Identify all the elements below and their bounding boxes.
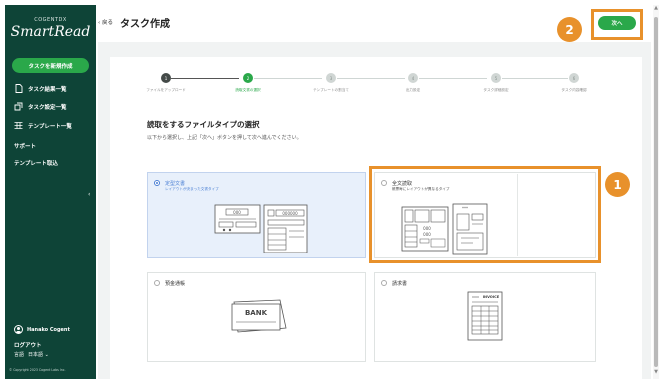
radio-fixed-document[interactable] [154,180,160,186]
bank-passbook-illustration-icon: BANK [231,299,287,333]
card-bank-passbook[interactable]: 預金通帳 BANK [147,272,366,362]
settings-icon [14,102,23,111]
step-connector [337,78,405,79]
step-1-indicator: 1 [161,73,171,83]
card-subtitle: レイアウトが決まった文書タイプ [165,187,219,191]
nav-label: タスク結果一覧 [28,86,67,93]
step-4-label: 出力設定 [405,88,421,92]
nav-label: テンプレート一覧 [28,123,72,130]
user-profile[interactable]: Hanako Cogent [14,325,70,334]
card-title: 預金通帳 [165,281,186,287]
scrollbar[interactable]: ▲ ▼ [653,5,659,379]
logout-link[interactable]: ログアウト [14,341,42,349]
section-description: 以下から選択し、上記「次へ」ボタンを押して次へ進んでください。 [147,135,302,141]
step-connector [419,78,487,79]
step-1-label: ファイルをアップロード [146,88,186,92]
step-connector [171,78,239,79]
brand-company: COGENTDX [34,17,67,23]
nav-support[interactable]: サポート [14,142,36,150]
step-3-label: テンプレートの割当て [313,88,349,92]
bank-label: BANK [245,309,268,317]
radio-bank-passbook[interactable] [154,280,160,286]
next-button[interactable]: 次へ [598,16,636,30]
card-invoice[interactable]: 請求書 INVOICE [374,272,596,362]
illus-code: 000000 [282,211,298,216]
nav-template-import[interactable]: テンプレート取込 [14,159,58,167]
step-6-indicator: 6 [569,73,579,83]
fixed-document-illustration-icon: 000 000000 [214,204,308,253]
annotation-badge-2: 2 [557,17,582,42]
scroll-down-icon[interactable]: ▼ [653,369,659,375]
step-3-indicator: 3 [326,73,336,83]
collapse-sidebar-icon[interactable]: ‹ [88,191,90,198]
nav-template-list[interactable]: テンプレート一覧 [14,121,72,130]
nav-task-results[interactable]: タスク結果一覧 [14,84,67,93]
invoice-label: INVOICE [483,295,500,299]
step-6-label: タスク内容確認 [561,88,587,92]
step-5-indicator: 5 [491,73,501,83]
language-selector[interactable]: 言語 日本語 ⌄ [14,351,49,358]
sidebar: COGENTDX SmartRead タスクを新規作成 タスク結果一覧 タスク設… [5,5,96,379]
card-title: 請求書 [392,281,408,287]
section-title: 読取をするファイルタイプの選択 [147,120,260,129]
language-value: 日本語 ⌄ [28,352,49,358]
brand-logo: SmartRead [10,24,91,40]
card-fixed-document[interactable]: 定型文書 レイアウトが決まった文書タイプ 000 000000 [147,172,366,258]
user-name: Hanako Cogent [27,326,70,333]
step-connector [254,78,322,79]
invoice-illustration-icon: INVOICE [467,291,503,341]
copyright: © Copyright 2023 Cogent Labs Inc. [9,368,66,372]
full-text-card-highlight [369,166,601,263]
user-avatar-icon [14,325,23,334]
step-2-indicator: 2 [243,73,253,83]
radio-invoice[interactable] [381,280,387,286]
scroll-up-icon[interactable]: ▲ [653,5,659,11]
back-link[interactable]: ‹ 戻る [98,18,113,26]
scroll-thumb[interactable] [654,17,658,367]
page-title: タスク作成 [120,19,170,30]
step-4-indicator: 4 [408,73,418,83]
step-2-label: 読取文書の選択 [235,88,261,92]
nav-task-settings[interactable]: タスク設定一覧 [14,102,67,111]
annotation-badge-1: 1 [605,172,630,197]
new-task-button[interactable]: タスクを新規作成 [12,58,89,73]
step-connector [502,78,568,79]
template-icon [14,121,23,130]
svg-text:000: 000 [233,210,241,215]
document-icon [14,84,23,93]
card-title: 定型文書 [165,181,186,187]
language-label: 言語 [14,352,25,358]
step-5-label: タスク詳細設定 [483,88,509,92]
nav-label: タスク設定一覧 [28,104,67,111]
